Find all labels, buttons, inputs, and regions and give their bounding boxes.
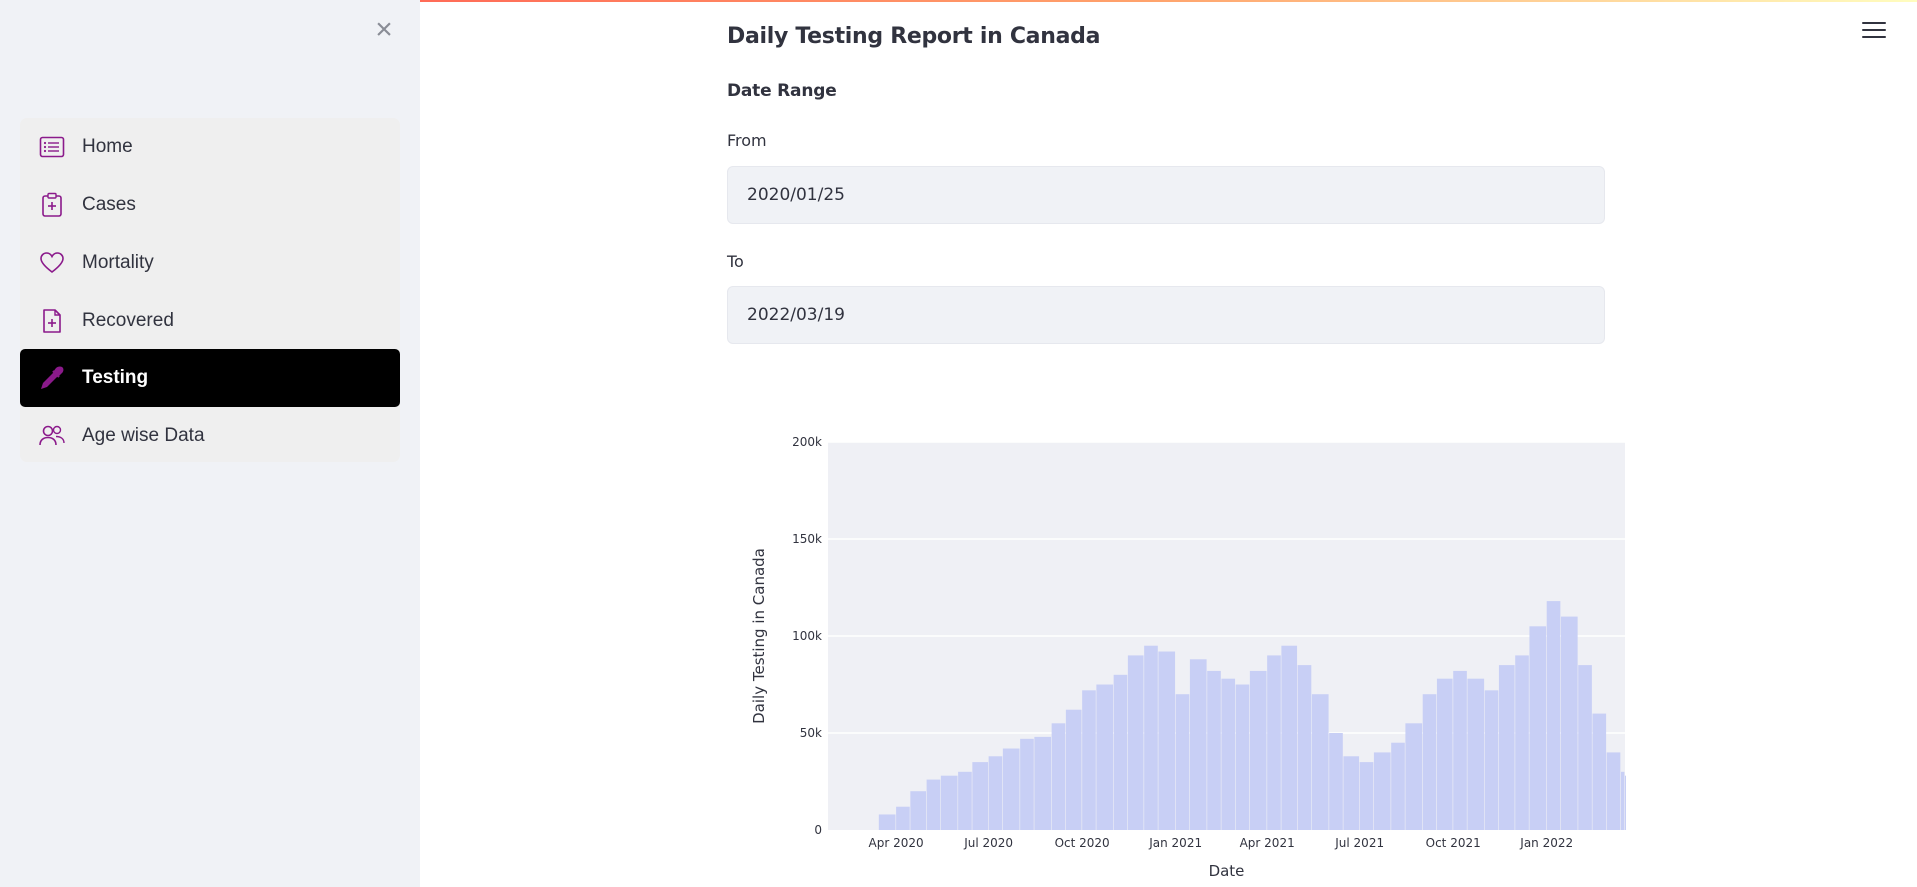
sidebar-item-cases[interactable]: Cases — [20, 176, 400, 234]
bar — [1405, 723, 1423, 830]
y-tick-label: 150k — [792, 532, 822, 546]
bar — [1359, 762, 1374, 830]
sidebar-item-label: Cases — [82, 194, 136, 215]
from-date-input[interactable] — [727, 166, 1605, 224]
list-icon — [38, 133, 66, 161]
x-tick-label: Oct 2021 — [1426, 836, 1481, 850]
bar — [1051, 723, 1066, 830]
sidebar-menu: Home Cases Mortality Recovered Testing A… — [20, 118, 400, 462]
y-tick-label: 0 — [814, 823, 822, 837]
from-label: From — [727, 131, 767, 150]
bar — [1578, 665, 1592, 830]
y-tick-label: 200k — [792, 435, 822, 449]
bar — [1422, 694, 1437, 830]
bar — [1189, 659, 1207, 830]
bar — [1467, 678, 1485, 830]
sidebar-item-home[interactable]: Home — [20, 118, 400, 176]
bar — [1391, 742, 1405, 830]
bar — [910, 791, 927, 830]
bar — [1436, 678, 1453, 830]
bar — [972, 762, 989, 830]
x-tick-label: Apr 2020 — [869, 836, 924, 850]
sidebar-item-testing[interactable]: Testing — [20, 349, 400, 407]
to-label: To — [727, 252, 744, 271]
bar — [940, 775, 958, 830]
to-date-input[interactable] — [727, 286, 1605, 344]
x-tick-label: Jan 2022 — [1519, 836, 1573, 850]
bar — [1484, 690, 1499, 830]
sidebar-item-label: Mortality — [82, 252, 154, 273]
hamburger-icon[interactable] — [1862, 22, 1886, 44]
bar — [1329, 733, 1343, 830]
x-tick-label: Jul 2021 — [1334, 836, 1384, 850]
page-title: Daily Testing Report in Canada — [727, 24, 1101, 49]
y-axis-title: Daily Testing in Canada — [750, 548, 768, 724]
sidebar: × Home Cases Mortality Recovered Testing… — [0, 0, 420, 887]
bar — [1175, 694, 1190, 830]
bar — [1498, 665, 1515, 830]
x-tick-label: Apr 2021 — [1240, 836, 1295, 850]
people-icon — [38, 422, 66, 450]
bar — [926, 779, 941, 830]
bar — [1529, 626, 1547, 830]
bar — [1560, 616, 1578, 830]
bar — [896, 806, 910, 830]
sidebar-item-mortality[interactable]: Mortality — [20, 234, 400, 292]
x-tick-label: Oct 2020 — [1055, 836, 1110, 850]
bar — [1144, 645, 1158, 830]
bar — [1267, 655, 1281, 830]
sidebar-item-age-wise-data[interactable]: Age wise Data — [20, 407, 400, 465]
bar — [1453, 670, 1467, 830]
bar — [1082, 690, 1096, 830]
clipboard-plus-icon — [38, 191, 66, 219]
close-icon[interactable]: × — [372, 15, 396, 45]
bar — [1096, 684, 1114, 830]
bar — [1235, 684, 1250, 830]
heart-icon — [38, 249, 66, 277]
bar — [1592, 713, 1607, 830]
bar — [1606, 752, 1621, 830]
date-range-heading: Date Range — [727, 81, 837, 101]
bar — [1002, 748, 1020, 830]
testing-bar-chart: 0 50k 100k 150k 200k Apr 2020 Jul 2020 Oct 202… — [750, 435, 1626, 880]
sidebar-item-label: Age wise Data — [82, 425, 205, 446]
eyedropper-icon — [38, 364, 66, 392]
bar — [1625, 775, 1626, 830]
bar — [1127, 655, 1144, 830]
file-plus-icon — [38, 307, 66, 335]
bar — [1297, 665, 1312, 830]
bar — [1343, 756, 1360, 830]
sidebar-item-label: Testing — [82, 367, 149, 388]
bar — [1034, 736, 1052, 830]
x-axis-title: Date — [1209, 862, 1245, 880]
bar — [1249, 670, 1267, 830]
sidebar-item-label: Recovered — [82, 310, 174, 331]
bar — [878, 814, 896, 830]
bar — [1373, 752, 1391, 830]
bar — [1221, 678, 1236, 830]
y-tick-label: 100k — [792, 629, 822, 643]
y-tick-label: 50k — [800, 726, 822, 740]
bar — [1113, 674, 1128, 830]
x-tick-label: Jul 2020 — [963, 836, 1013, 850]
bar — [958, 771, 972, 830]
x-tick-label: Jan 2021 — [1148, 836, 1202, 850]
bar — [1207, 670, 1221, 830]
bar — [1311, 694, 1329, 830]
bar — [988, 756, 1003, 830]
sidebar-item-label: Home — [82, 136, 133, 157]
bar — [1546, 601, 1561, 830]
bar — [1158, 651, 1176, 830]
bar — [1620, 771, 1625, 830]
sidebar-item-recovered[interactable]: Recovered — [20, 292, 400, 350]
bar — [1020, 738, 1034, 830]
bar — [1065, 709, 1082, 830]
bar — [1281, 645, 1298, 830]
bar — [1515, 655, 1529, 830]
